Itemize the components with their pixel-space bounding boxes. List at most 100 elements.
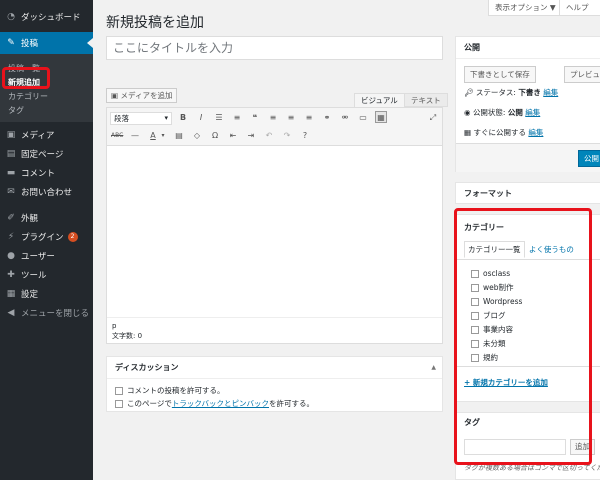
numbered-list-icon[interactable]: ≡ xyxy=(231,112,243,124)
read-more-icon[interactable]: ▭ xyxy=(357,112,369,124)
publish-header: 公開 xyxy=(456,37,600,59)
status-value: 下書き xyxy=(518,88,541,97)
highlight-categories-tags xyxy=(454,208,592,465)
bold-icon[interactable]: B xyxy=(177,112,189,124)
horizontal-line-icon[interactable]: — xyxy=(129,130,141,142)
allow-comments-label: コメントの投稿を許可する。 xyxy=(127,386,225,395)
highlight-add-new xyxy=(2,67,50,89)
strikethrough-icon[interactable]: ABC xyxy=(111,130,123,142)
eye-icon: ◉ xyxy=(464,108,473,117)
help-icon[interactable]: ? xyxy=(299,130,311,142)
align-right-icon[interactable]: ≡ xyxy=(303,112,315,124)
allow-pings-label-post: を許可する。 xyxy=(268,399,314,408)
comment-icon: ▬ xyxy=(6,167,16,178)
menu-posts-label: 投稿 xyxy=(21,39,39,49)
post-title-input[interactable]: ここにタイトルを入力 xyxy=(106,36,443,60)
save-draft-button[interactable]: 下書きとして保存 xyxy=(464,66,536,83)
status-edit-link[interactable]: 編集 xyxy=(543,88,558,97)
menu-settings-label: 設定 xyxy=(21,289,39,300)
collapse-arrow-icon[interactable]: ▲ xyxy=(431,357,436,379)
publish-button[interactable]: 公開 xyxy=(578,150,600,167)
add-media-button[interactable]: ▣ メディアを追加 xyxy=(106,88,178,103)
wrench-icon: ✚ xyxy=(7,269,15,280)
menu-tools[interactable]: ✚ ツール xyxy=(0,265,93,284)
bullet-list-icon[interactable]: ☰ xyxy=(213,112,225,124)
publish-actions: 公開 xyxy=(456,143,600,172)
collapse-icon: ◀ xyxy=(7,307,15,318)
menu-dashboard[interactable]: ◔ ダッシュボード xyxy=(0,6,93,28)
align-left-icon[interactable]: ≡ xyxy=(267,112,279,124)
status-row: 🔑︎ ステータス: 下書き 編集 xyxy=(464,87,558,98)
schedule-edit-link[interactable]: 編集 xyxy=(528,128,543,137)
toolbar-toggle-icon[interactable]: ▦ xyxy=(375,111,387,123)
discussion-header[interactable]: ディスカッション ▲ xyxy=(107,357,442,379)
omega-icon[interactable]: Ω xyxy=(209,130,221,142)
tab-text[interactable]: テキスト xyxy=(404,93,448,107)
chevron-down-icon[interactable]: ▾ xyxy=(157,130,169,142)
post-editor: 段落 B I ☰ ≡ ❝ ≡ ≡ ≡ ⚭ ⚮ ▭ ▦ ⤢ ABC — A ▾ ▤… xyxy=(106,107,443,344)
media-icon: ▣ xyxy=(6,129,16,140)
publish-box: 公開 下書きとして保存 プレビュー 🔑︎ ステータス: 下書き 編集 ◉ 公開状… xyxy=(455,36,600,172)
blockquote-icon[interactable]: ❝ xyxy=(249,112,261,124)
menu-users[interactable]: ● ユーザー xyxy=(0,246,93,265)
help-button[interactable]: ヘルプ xyxy=(559,0,600,16)
outdent-icon[interactable]: ⇤ xyxy=(227,130,239,142)
menu-comments-label: コメント xyxy=(21,168,56,179)
menu-comments[interactable]: ▬ コメント xyxy=(0,163,93,182)
trackback-link[interactable]: トラックバックとピンバック xyxy=(172,399,269,408)
menu-contact-label: お問い合わせ xyxy=(21,187,73,198)
fullscreen-icon[interactable]: ⤢ xyxy=(427,112,439,124)
menu-contact[interactable]: ✉ お問い合わせ xyxy=(0,182,93,201)
tab-visual[interactable]: ビジュアル xyxy=(354,93,405,107)
menu-settings[interactable]: ▦ 設定 xyxy=(0,284,93,303)
submenu-categories[interactable]: カテゴリー xyxy=(0,90,93,104)
menu-pages-label: 固定ページ xyxy=(21,149,64,160)
indent-icon[interactable]: ⇥ xyxy=(245,130,257,142)
visibility-label: 公開状態: xyxy=(472,108,506,117)
format-header[interactable]: フォーマット xyxy=(456,183,600,205)
align-center-icon[interactable]: ≡ xyxy=(285,112,297,124)
allow-pings-checkbox[interactable] xyxy=(115,400,123,408)
menu-media[interactable]: ▣ メディア xyxy=(0,125,93,144)
menu-collapse[interactable]: ◀ メニューを閉じる xyxy=(0,303,93,322)
element-path: p xyxy=(112,322,117,330)
format-select[interactable]: 段落 xyxy=(110,112,172,125)
discussion-title: ディスカッション xyxy=(115,363,179,372)
visibility-value: 公開 xyxy=(507,108,523,117)
link-icon[interactable]: ⚭ xyxy=(321,112,333,124)
plugin-update-badge: 2 xyxy=(67,231,78,242)
plug-icon: ⚡ xyxy=(7,231,15,242)
menu-users-label: ユーザー xyxy=(21,251,55,262)
allow-comments-checkbox[interactable] xyxy=(115,387,123,395)
screen-options-button[interactable]: 表示オプション ▼ xyxy=(488,0,563,16)
menu-dashboard-label: ダッシュボード xyxy=(21,13,81,23)
redo-icon[interactable]: ↷ xyxy=(281,130,293,142)
schedule-label: すぐに公開する xyxy=(473,128,526,137)
word-count: 文字数: 0 xyxy=(112,332,143,340)
eraser-icon[interactable]: ◇ xyxy=(191,130,203,142)
brush-icon: ✐ xyxy=(7,212,15,223)
menu-pages[interactable]: ▤ 固定ページ xyxy=(0,144,93,163)
allow-pings-option[interactable]: このページでトラックバックとピンバックを許可する。 xyxy=(115,397,434,410)
italic-icon[interactable]: I xyxy=(195,112,207,124)
menu-plugins-label: プラグイン xyxy=(21,232,64,243)
menu-plugins[interactable]: ⚡ プラグイン 2 xyxy=(0,227,93,246)
page-title: 新規投稿を追加 xyxy=(106,15,204,31)
status-label: ステータス: xyxy=(475,88,516,97)
undo-icon[interactable]: ↶ xyxy=(263,130,275,142)
unlink-icon[interactable]: ⚮ xyxy=(339,112,351,124)
menu-posts[interactable]: ✎ 投稿 xyxy=(0,32,93,54)
add-media-label: メディアを追加 xyxy=(120,91,173,100)
pin-icon: ✎ xyxy=(7,38,15,48)
key-icon: 🔑︎ xyxy=(464,88,476,97)
submenu-tags[interactable]: タグ xyxy=(0,104,93,118)
settings-icon: ▦ xyxy=(6,288,16,299)
preview-button[interactable]: プレビュー xyxy=(564,66,600,83)
visibility-edit-link[interactable]: 編集 xyxy=(525,108,540,117)
menu-media-label: メディア xyxy=(21,130,55,141)
menu-appearance[interactable]: ✐ 外観 xyxy=(0,208,93,227)
format-box: フォーマット xyxy=(455,182,600,204)
editor-status-bar: p 文字数: 0 xyxy=(107,317,442,343)
paste-text-icon[interactable]: ▤ xyxy=(173,130,185,142)
allow-comments-option[interactable]: コメントの投稿を許可する。 xyxy=(115,384,434,397)
